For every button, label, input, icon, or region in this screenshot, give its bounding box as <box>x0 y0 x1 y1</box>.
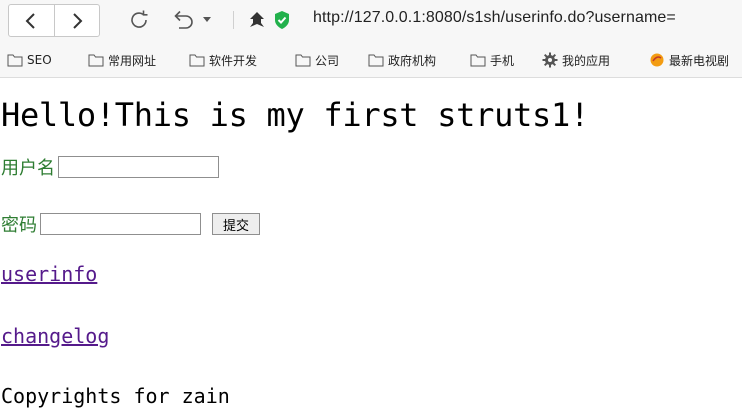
copyright-text: Copyrights for zain <box>1 384 230 408</box>
bookmark-seo[interactable]: SEO <box>7 52 52 68</box>
bookmark-common-sites[interactable]: 常用网址 <box>88 52 156 68</box>
forward-button[interactable] <box>53 5 100 36</box>
changelog-link[interactable]: changelog <box>1 324 109 348</box>
security-button[interactable] <box>246 6 268 34</box>
back-button[interactable] <box>9 5 54 36</box>
refresh-button[interactable] <box>124 6 154 34</box>
browser-toolbar: http://127.0.0.1:8080/s1sh/userinfo.do?u… <box>0 0 742 41</box>
password-field[interactable] <box>40 213 201 235</box>
bookmark-software-dev[interactable]: 软件开发 <box>189 52 257 68</box>
address-bar[interactable]: http://127.0.0.1:8080/s1sh/userinfo.do?u… <box>313 9 676 27</box>
shield-icon <box>250 12 264 27</box>
undo-button[interactable] <box>168 6 198 34</box>
username-label: 用户名 <box>1 158 55 179</box>
nav-button-group <box>8 4 100 37</box>
orange-circle-icon <box>649 52 665 68</box>
bookmark-label: 手机 <box>490 53 515 68</box>
username-row: 用户名 <box>1 154 219 180</box>
userinfo-link[interactable]: userinfo <box>1 262 97 286</box>
bookmark-label: 最新电视剧 <box>669 53 730 68</box>
folder-icon <box>368 52 384 68</box>
username-field[interactable] <box>58 156 219 178</box>
page-title: Hello!This is my first struts1! <box>1 96 589 134</box>
verified-shield-icon <box>275 11 289 29</box>
verified-site-button[interactable] <box>271 6 293 34</box>
bookmark-label: SEO <box>27 53 52 67</box>
folder-icon <box>470 52 486 68</box>
bookmark-label: 政府机构 <box>388 53 437 68</box>
bookmarks-bar: SEO 常用网址 软件开发 公司 政府机构 手机 我的应用 最新电视剧 <box>0 41 742 78</box>
gear-icon <box>542 52 558 68</box>
undo-icon <box>174 10 193 29</box>
bookmark-mobile[interactable]: 手机 <box>470 52 514 68</box>
bookmark-label: 常用网址 <box>108 53 157 68</box>
password-row: 密码 提交 <box>1 211 260 237</box>
page-content: Hello!This is my first struts1! 用户名 密码 提… <box>0 78 742 417</box>
bookmark-government[interactable]: 政府机构 <box>368 52 436 68</box>
chevron-left-icon <box>25 12 35 29</box>
folder-icon <box>295 52 311 68</box>
undo-menu-button[interactable] <box>200 6 214 34</box>
password-label: 密码 <box>1 215 37 236</box>
caret-down-icon <box>203 17 211 22</box>
bookmark-company[interactable]: 公司 <box>295 52 339 68</box>
toolbar-divider <box>233 11 234 29</box>
bookmark-label: 公司 <box>315 53 340 68</box>
bookmark-label: 我的应用 <box>562 53 611 68</box>
folder-icon <box>88 52 104 68</box>
submit-button[interactable]: 提交 <box>212 213 260 235</box>
folder-icon <box>7 52 23 68</box>
bookmark-latest-tv[interactable]: 最新电视剧 <box>649 52 729 68</box>
bookmark-my-apps[interactable]: 我的应用 <box>542 52 610 68</box>
bookmark-label: 软件开发 <box>209 53 258 68</box>
folder-icon <box>189 52 205 68</box>
refresh-icon <box>131 10 148 28</box>
chevron-right-icon <box>73 12 83 29</box>
